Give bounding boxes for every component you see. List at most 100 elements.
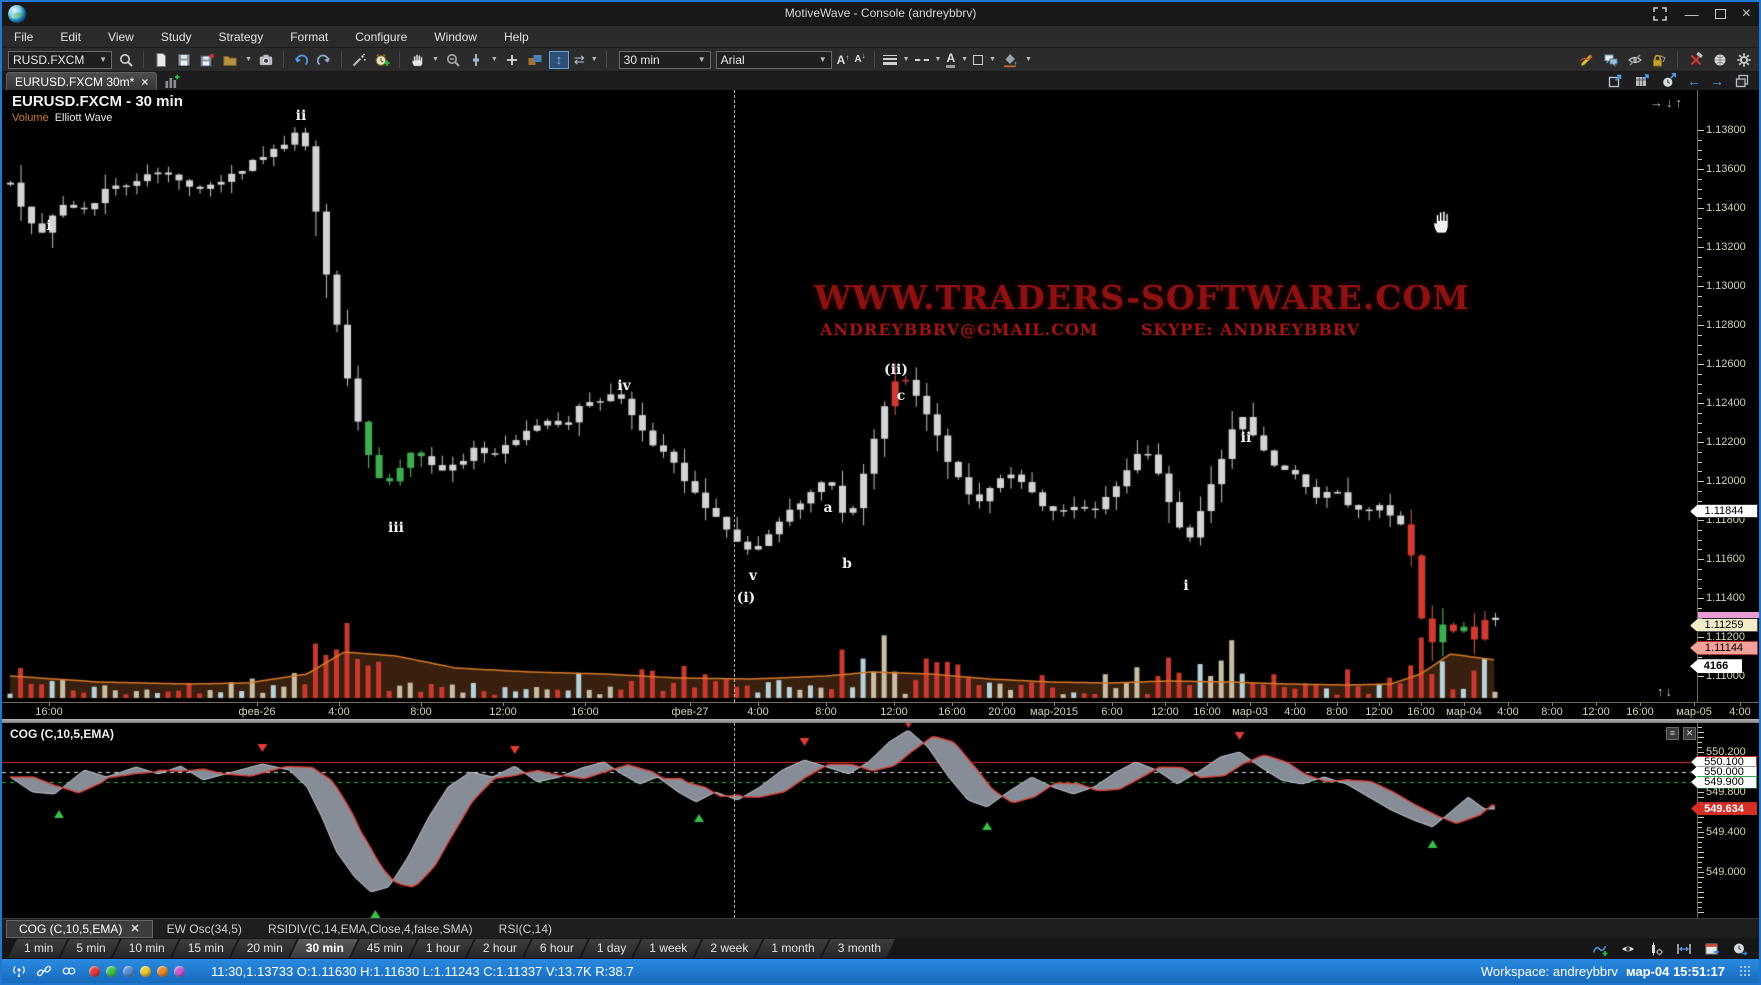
new-chart-icon[interactable]	[152, 51, 170, 68]
lock-chart-icon[interactable]	[1650, 51, 1668, 68]
timeframe-tab-1-month[interactable]: 1 month	[755, 939, 828, 958]
save-all-icon[interactable]	[198, 51, 216, 68]
tools-icon[interactable]	[1687, 51, 1705, 68]
menu-item-study[interactable]: Study	[161, 30, 192, 44]
hide-drawings-icon[interactable]	[1626, 51, 1644, 68]
alert-clock-icon[interactable]	[373, 51, 391, 68]
cog-indicator-panel[interactable]: COG (C,10,5,EMA) ≡ ✕ 550.200549.800549.4…	[2, 723, 1759, 918]
menu-item-window[interactable]: Window	[434, 30, 477, 44]
font-color-caret-icon[interactable]: ▼	[961, 56, 968, 63]
indicator-tab-close-icon[interactable]: ✕	[130, 922, 139, 935]
link-color-dot-0[interactable]	[89, 966, 100, 977]
timeframe-tab-3-month[interactable]: 3 month	[822, 939, 895, 958]
timeframe-tab-5-min[interactable]: 5 min	[60, 939, 119, 958]
open-folder-icon[interactable]	[221, 51, 239, 68]
menu-item-help[interactable]: Help	[504, 30, 529, 44]
chain-link-icon[interactable]	[60, 963, 78, 980]
fill-color-icon[interactable]	[1001, 51, 1019, 68]
popout-table-icon[interactable]	[1633, 73, 1651, 90]
bar-spacing-icon[interactable]	[1675, 940, 1693, 957]
timeframe-tab-1-day[interactable]: 1 day	[581, 939, 640, 958]
line-width-caret-icon[interactable]: ▼	[903, 56, 910, 63]
line-width-icon[interactable]	[883, 55, 897, 65]
font-color-icon[interactable]: A	[946, 51, 955, 68]
tab-eurusd-fxcm-30m[interactable]: EURUSD.FXCM 30m* ×	[6, 72, 157, 90]
snapshot-icon[interactable]	[257, 51, 275, 68]
save-icon[interactable]	[175, 51, 193, 68]
close-button[interactable]: ×	[1742, 5, 1751, 23]
add-study-icon[interactable]	[1591, 940, 1609, 957]
visibility-icon[interactable]	[1619, 940, 1637, 957]
settings-gear-icon[interactable]	[1735, 51, 1753, 68]
pan-hand-caret-icon[interactable]: ▼	[432, 56, 439, 63]
font-decrease-icon[interactable]: A↓	[854, 54, 865, 65]
fit-vertical-icon[interactable]: ↕	[549, 51, 569, 69]
indicator-tab-cog[interactable]: COG (C,10,5,EMA)✕	[6, 920, 153, 938]
title-bar[interactable]: MotiveWave - Console (andreybbrv) — ×	[2, 2, 1759, 26]
crosshair-tool-icon[interactable]	[467, 51, 485, 68]
bar-settings-icon[interactable]	[1647, 940, 1665, 957]
new-chart-tab-icon[interactable]	[163, 73, 181, 90]
draw-mode-icon[interactable]	[1578, 51, 1596, 68]
cog-minimize-icon[interactable]: ≡	[1666, 727, 1679, 740]
time-axis[interactable]: 16:00фев-264:008:0012:0016:00фев-274:008…	[2, 702, 1759, 719]
line-style-icon[interactable]	[915, 59, 929, 61]
instrument-select[interactable]: RUSD.FXCM▼	[8, 51, 112, 69]
timeframe-tab-15-min[interactable]: 15 min	[172, 939, 238, 958]
popout-clock-icon[interactable]	[1660, 73, 1678, 90]
cog-value-axis[interactable]: 550.200549.800549.400549.000550.100550.0…	[1697, 723, 1759, 918]
goto-date-icon[interactable]	[1703, 940, 1721, 957]
popout-window-icon[interactable]	[1606, 73, 1624, 90]
indicator-tab-rsi[interactable]: RSI(C,14)	[487, 921, 564, 937]
indicator-tab-ew-osc[interactable]: EW Osc(34,5)	[155, 921, 254, 937]
undo-icon[interactable]	[292, 51, 310, 68]
candlestick-chart-canvas[interactable]	[2, 90, 1697, 702]
cog-oscillator-canvas[interactable]	[2, 723, 1697, 918]
resize-grip[interactable]	[1739, 965, 1751, 977]
menu-item-edit[interactable]: Edit	[60, 30, 81, 44]
line-style-caret-icon[interactable]: ▼	[935, 56, 942, 63]
axis-scroll-arrows-bottom[interactable]: ↑↓	[1657, 684, 1674, 699]
cog-close-icon[interactable]: ✕	[1683, 727, 1696, 740]
timeframe-tab-10-min[interactable]: 10 min	[113, 939, 179, 958]
scale-mode-caret-icon[interactable]: ▼	[591, 56, 598, 63]
indicator-tab-rsidiv[interactable]: RSIDIV(C,14,EMA,Close,4,false,SMA)	[256, 921, 485, 937]
volume-overlay-label[interactable]: Volume	[12, 112, 49, 124]
timeframe-tab-45-min[interactable]: 45 min	[351, 939, 417, 958]
link-color-dot-2[interactable]	[123, 966, 134, 977]
fullscreen-icon[interactable]	[1651, 6, 1669, 23]
open-folder-caret-icon[interactable]: ▼	[245, 56, 252, 63]
fill-color-caret-icon[interactable]: ▼	[1025, 56, 1032, 63]
add-tool-icon[interactable]	[503, 51, 521, 68]
border-color-caret-icon[interactable]: ▼	[989, 56, 996, 63]
timeframe-tab-1-min[interactable]: 1 min	[8, 939, 67, 958]
restore-layout-icon[interactable]	[1733, 73, 1751, 90]
redo-icon[interactable]	[315, 51, 333, 68]
timeframe-tab-30-min[interactable]: 30 min	[290, 939, 358, 958]
search-icon[interactable]	[117, 51, 135, 68]
link-group-icon[interactable]	[35, 963, 53, 980]
crosshair-caret-icon[interactable]: ▼	[491, 56, 498, 63]
timeframe-tab-2-hour[interactable]: 2 hour	[467, 939, 531, 958]
elliott-wave-overlay-label[interactable]: Elliott Wave	[55, 112, 113, 124]
minimize-button[interactable]: —	[1685, 5, 1699, 23]
font-select[interactable]: Arial▼	[716, 51, 832, 69]
timeframe-select[interactable]: 30 min▼	[619, 51, 711, 69]
web-icon[interactable]	[1711, 51, 1729, 68]
axis-scroll-arrows-top[interactable]: →↓↑	[1650, 95, 1685, 110]
link-color-dot-1[interactable]	[106, 966, 117, 977]
menu-item-view[interactable]: View	[108, 30, 134, 44]
maximize-button[interactable]	[1715, 9, 1726, 19]
link-color-dot-4[interactable]	[157, 966, 168, 977]
border-color-icon[interactable]	[973, 55, 983, 65]
zoom-tool-icon[interactable]	[444, 51, 462, 68]
timeframe-tab-20-min[interactable]: 20 min	[231, 939, 297, 958]
tab-close-icon[interactable]: ×	[141, 75, 148, 89]
font-increase-icon[interactable]: A↑	[837, 53, 850, 67]
timeframe-tab-1-hour[interactable]: 1 hour	[410, 939, 474, 958]
back-arrow-icon[interactable]: ←	[1687, 74, 1701, 88]
price-chart-panel[interactable]: EURUSD.FXCM - 30 min VolumeElliott Wave …	[2, 90, 1759, 719]
menu-item-configure[interactable]: Configure	[355, 30, 407, 44]
scale-mode-icon[interactable]: ⇄	[574, 52, 585, 68]
timeframe-tab-6-hour[interactable]: 6 hour	[524, 939, 588, 958]
